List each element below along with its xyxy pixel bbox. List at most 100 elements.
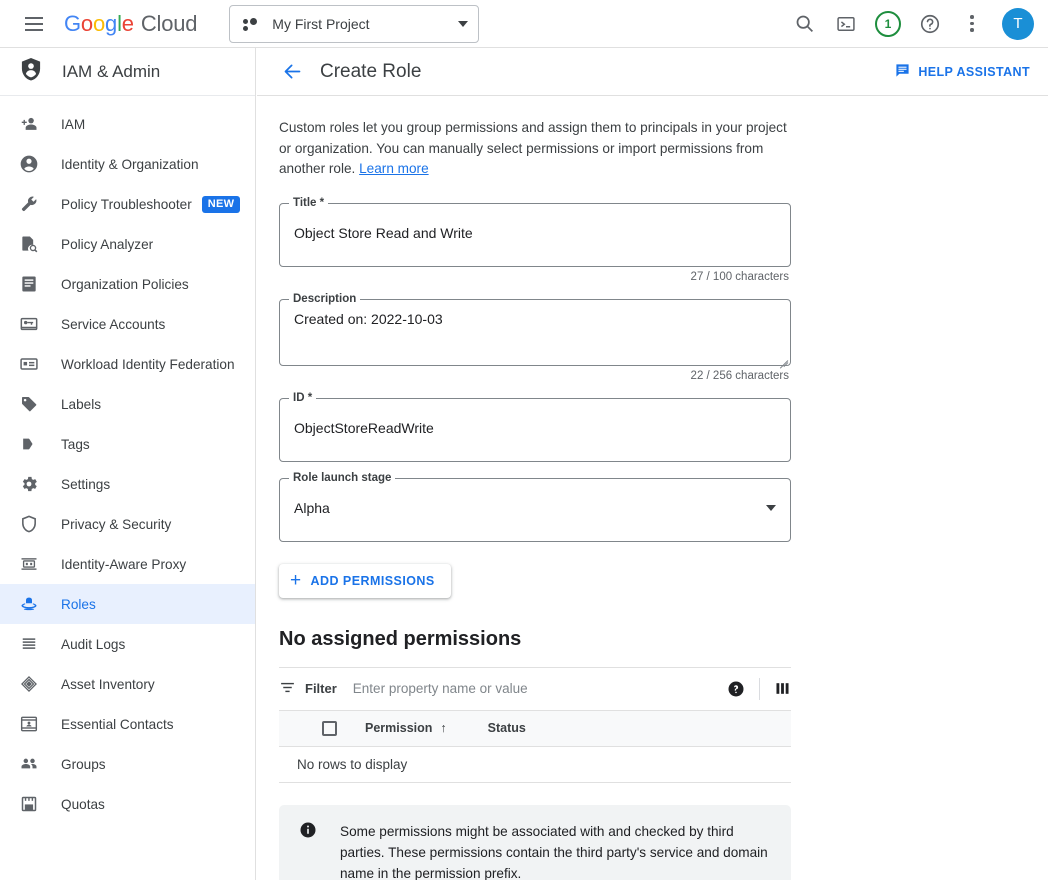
chat-assistant-icon [894,62,911,82]
sidebar-item-groups[interactable]: Groups [0,744,255,784]
notification-badge[interactable]: 1 [868,4,908,44]
launch-stage-select[interactable]: Role launch stage Alpha [279,478,791,542]
sidebar-item-label: Identity-Aware Proxy [61,557,186,572]
id-input[interactable]: ID * ObjectStoreReadWrite [279,398,791,462]
column-header-status-label: Status [488,721,526,735]
sidebar-item-label: Tags [61,437,90,452]
sidebar-item-label: Quotas [61,797,105,812]
document-search-icon [18,233,40,255]
title-field-label: Title * [289,197,328,209]
tag-icon [18,393,40,415]
sidebar-item-label: Organization Policies [61,277,189,292]
project-selector-value: My First Project [272,16,458,32]
id-card-icon [18,353,40,375]
title-char-counter: 27 / 100 characters [279,271,791,283]
sidebar-item-identity-organization[interactable]: Identity & Organization [0,144,255,184]
cloud-wordmark: Cloud [141,11,197,37]
sidebar-item-asset-inventory[interactable]: Asset Inventory [0,664,255,704]
help-assistant-button[interactable]: HELP ASSISTANT [894,62,1030,82]
contact-card-icon [18,713,40,735]
cloud-shell-terminal-icon[interactable] [826,4,866,44]
sidebar-item-label: Privacy & Security [61,517,171,532]
shield-person-icon [18,56,44,87]
sidebar-item-privacy-security[interactable]: Privacy & Security [0,504,255,544]
sidebar-item-label: Groups [61,757,106,772]
list-document-icon [18,273,40,295]
sidebar-item-label: Policy Analyzer [61,237,153,252]
learn-more-link[interactable]: Learn more [359,161,429,176]
sort-ascending-icon: ↑ [440,721,446,735]
table-empty-message: No rows to display [279,747,791,783]
shield-icon [18,513,40,535]
sidebar-item-policy-analyzer[interactable]: Policy Analyzer [0,224,255,264]
sidebar-item-settings[interactable]: Settings [0,464,255,504]
sidebar-item-label: Identity & Organization [61,157,199,172]
description-textarea[interactable]: Description Created on: 2022-10-03 [279,299,791,366]
sidebar-item-label: Settings [61,477,110,492]
filter-button[interactable]: Filter [279,679,337,699]
textarea-resize-handle[interactable] [777,352,788,363]
search-icon[interactable] [784,4,824,44]
table-filter-row: Filter Enter property name or value [279,667,791,711]
sidebar-nav-list: IAM Identity & Organization Policy Troub… [0,96,255,824]
sidebar-item-policy-troubleshooter[interactable]: Policy Troubleshooter NEW [0,184,255,224]
project-selector[interactable]: My First Project [229,5,479,43]
google-cloud-logo[interactable]: Google Cloud [64,11,197,37]
hamburger-menu-icon[interactable] [14,4,54,44]
help-assistant-label: HELP ASSISTANT [918,65,1030,79]
sidebar-item-service-accounts[interactable]: Service Accounts [0,304,255,344]
select-all-checkbox[interactable] [322,721,337,736]
filter-input[interactable]: Enter property name or value [353,681,727,696]
sidebar-item-label: Roles [61,597,96,612]
info-banner: Some permissions might be associated wit… [279,805,791,880]
help-filled-icon[interactable] [727,680,745,698]
chevron-down-icon [458,21,468,27]
sidebar-item-iam[interactable]: IAM [0,104,255,144]
page-title: Create Role [320,61,421,83]
chevron-tag-icon [18,433,40,455]
column-header-status[interactable]: Status [488,721,526,735]
plus-icon: + [290,571,302,590]
add-permissions-button[interactable]: + ADD PERMISSIONS [279,564,451,598]
title-field-value: Object Store Read and Write [280,204,790,241]
sidebar-item-audit-logs[interactable]: Audit Logs [0,624,255,664]
account-circle-icon [18,153,40,175]
launch-stage-field-value: Alpha [280,479,790,516]
sidebar-item-label: IAM [61,117,85,132]
sidebar-item-label: Service Accounts [61,317,165,332]
quota-icon [18,793,40,815]
wrench-icon [18,193,40,215]
launch-stage-field-label: Role launch stage [289,472,395,484]
hat-icon [18,593,40,615]
help-circle-icon[interactable] [910,4,950,44]
title-input[interactable]: Title * Object Store Read and Write [279,203,791,267]
sidebar: IAM & Admin IAM Identity & Organization [0,48,256,880]
column-display-icon[interactable] [774,680,791,697]
back-arrow-icon[interactable] [275,55,309,89]
permissions-section-title: No assigned permissions [279,628,1048,651]
column-header-permission[interactable]: Permission ↑ [365,721,447,735]
description-char-counter: 22 / 256 characters [279,370,791,382]
key-card-icon [18,313,40,335]
avatar[interactable]: T [1002,8,1034,40]
filter-icon [279,679,296,699]
sidebar-item-label: Essential Contacts [61,717,174,732]
sidebar-item-label: Audit Logs [61,637,125,652]
more-vertical-icon[interactable] [952,4,992,44]
sidebar-item-identity-aware-proxy[interactable]: Identity-Aware Proxy [0,544,255,584]
sidebar-item-tags[interactable]: Tags [0,424,255,464]
sidebar-item-organization-policies[interactable]: Organization Policies [0,264,255,304]
sidebar-item-workload-identity-federation[interactable]: Workload Identity Federation [0,344,255,384]
add-permissions-label: ADD PERMISSIONS [311,574,435,588]
title-field-group: Title * Object Store Read and Write 27 /… [279,203,791,283]
filter-label: Filter [305,681,337,696]
top-bar-actions: 1 T [784,4,1048,44]
sidebar-item-labels[interactable]: Labels [0,384,255,424]
top-app-bar: Google Cloud My First Project 1 [0,0,1048,48]
sidebar-item-essential-contacts[interactable]: Essential Contacts [0,704,255,744]
main-content: Create Role HELP ASSISTANT Custom roles … [257,48,1048,880]
sidebar-item-roles[interactable]: Roles [0,584,255,624]
sidebar-item-quotas[interactable]: Quotas [0,784,255,824]
sidebar-item-label: Asset Inventory [61,677,155,692]
launch-stage-field-group: Role launch stage Alpha [279,478,791,542]
